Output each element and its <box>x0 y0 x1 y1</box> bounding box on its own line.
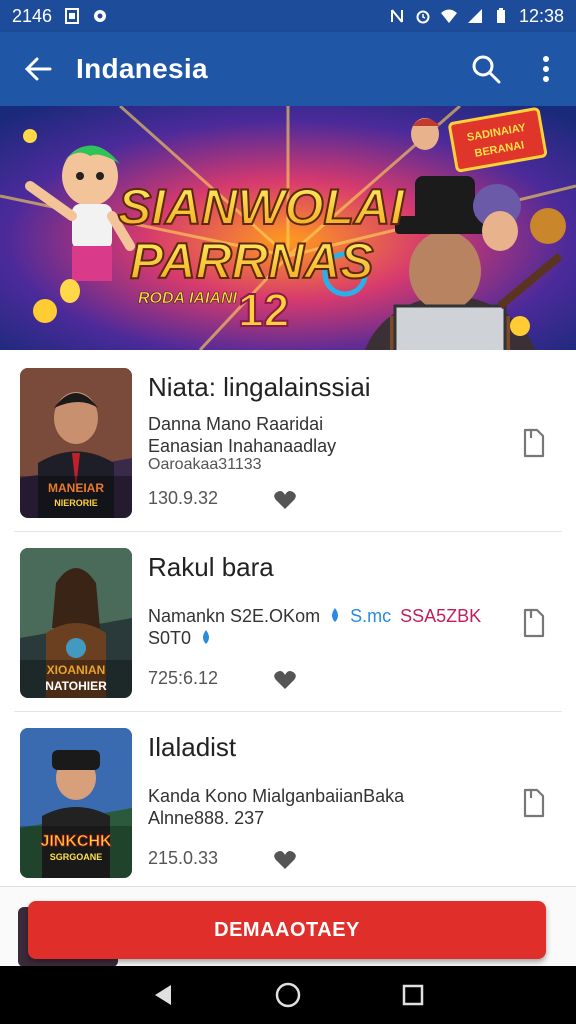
page-title: Indanesia <box>76 53 208 84</box>
thumbnail-caption: JINKCHK <box>40 833 112 850</box>
bookmark-icon[interactable] <box>520 788 548 818</box>
drop-icon <box>203 630 210 644</box>
back-arrow-icon <box>24 57 52 81</box>
item-price: 130.9.32 <box>148 488 219 508</box>
thumbnail-subcaption: NIERORIE <box>54 498 98 508</box>
item-thumbnail: XIOANIAN NATOHIER <box>20 548 132 698</box>
alarm-icon <box>416 10 430 24</box>
item-subtitle-row: Namankn S2E.OKom S.mc SSA5ZBK <box>148 606 481 627</box>
status-time-right: 12:38 <box>518 5 564 26</box>
signal-icon <box>467 9 482 23</box>
overflow-menu-button[interactable] <box>516 32 576 106</box>
banner-artwork: SIANWOLAI PARRNAS RODA IAIANI 12 SADINAI… <box>0 106 576 350</box>
bookmark-icon[interactable] <box>520 608 548 638</box>
back-triangle-icon <box>154 985 171 1005</box>
item-subtitle-tail: SSA5ZBK <box>400 606 482 626</box>
nav-home-button[interactable] <box>268 975 308 1015</box>
heart-icon[interactable] <box>274 850 296 870</box>
bookmark-icon[interactable] <box>520 428 548 458</box>
banner-tagline: RODA IAIANI <box>138 290 238 307</box>
item-description: Eanasian Inahanaadlay <box>148 436 337 456</box>
recents-square-icon <box>403 984 424 1006</box>
nav-back-button[interactable] <box>143 975 183 1015</box>
back-button[interactable] <box>0 32 76 106</box>
item-meta: Alnne888. 237 <box>148 808 265 828</box>
status-time-left: 2146 <box>12 5 53 26</box>
nfc-icon <box>390 9 403 23</box>
banner-headline-1: SIANWOLAI <box>118 179 405 235</box>
list-item[interactable]: XIOANIAN NATOHIER Rakul bara Namankn S2E… <box>14 532 562 712</box>
item-meta-row: S0T0 <box>148 628 212 649</box>
item-list: MANEIAR NIERORIE Niata: lingalainssiai D… <box>0 352 576 892</box>
item-title: Rakul bara <box>148 552 274 582</box>
list-item[interactable]: MANEIAR NIERORIE Niata: lingalainssiai D… <box>14 352 562 532</box>
list-item[interactable]: JINKCHK SGRGOANE Ilaladist Kanda Kono Mi… <box>14 712 562 892</box>
item-title: Ilaladist <box>148 732 237 762</box>
home-circle-icon <box>275 982 301 1008</box>
settings-icon <box>94 10 107 22</box>
item-title: Niata: lingalainssiai <box>148 372 371 402</box>
item-subtitle: Danna Mano Raaridai <box>148 414 324 434</box>
battery-icon <box>496 8 505 23</box>
heart-icon[interactable] <box>274 490 296 510</box>
drop-icon <box>332 608 339 622</box>
wifi-icon <box>440 9 457 23</box>
item-subtitle: Kanda Kono MialganbaiianBaka <box>148 786 405 806</box>
thumbnail-caption: XIOANIAN <box>47 663 106 677</box>
item-meta: Oaroakaa31133 <box>148 456 262 473</box>
search-icon <box>472 55 501 84</box>
item-price: 215.0.33 <box>148 848 219 868</box>
app-bar: Indanesia <box>0 32 576 106</box>
banner-number: 12 <box>238 284 289 336</box>
status-bar: 2146 12:38 <box>0 0 576 32</box>
item-subtitle: Namankn S2E.OKom <box>148 606 321 626</box>
search-button[interactable] <box>456 32 516 106</box>
item-thumbnail: JINKCHK SGRGOANE <box>20 728 132 878</box>
banner-headline-2: PARRNAS <box>130 233 374 289</box>
thumbnail-subcaption: SGRGOANE <box>50 852 103 862</box>
thumbnail-subcaption: NATOHIER <box>45 679 107 693</box>
item-subtitle-mid: S.mc <box>350 606 392 626</box>
system-nav-bar <box>0 966 576 1024</box>
promo-banner[interactable]: SIANWOLAI PARRNAS RODA IAIANI 12 SADINAI… <box>0 106 576 350</box>
nav-recents-button[interactable] <box>393 975 433 1015</box>
sim-icon <box>65 8 80 24</box>
heart-icon[interactable] <box>274 670 296 690</box>
item-thumbnail: MANEIAR NIERORIE <box>20 368 132 518</box>
more-vert-icon <box>543 56 549 82</box>
item-price: 725:6.12 <box>148 668 219 688</box>
thumbnail-caption: MANEIAR <box>48 481 104 495</box>
primary-action-button[interactable]: DEMAAOTAEY <box>28 901 546 959</box>
item-meta: S0T0 <box>148 628 192 648</box>
bottom-action-area: DEMAAOTAEY <box>0 886 576 967</box>
